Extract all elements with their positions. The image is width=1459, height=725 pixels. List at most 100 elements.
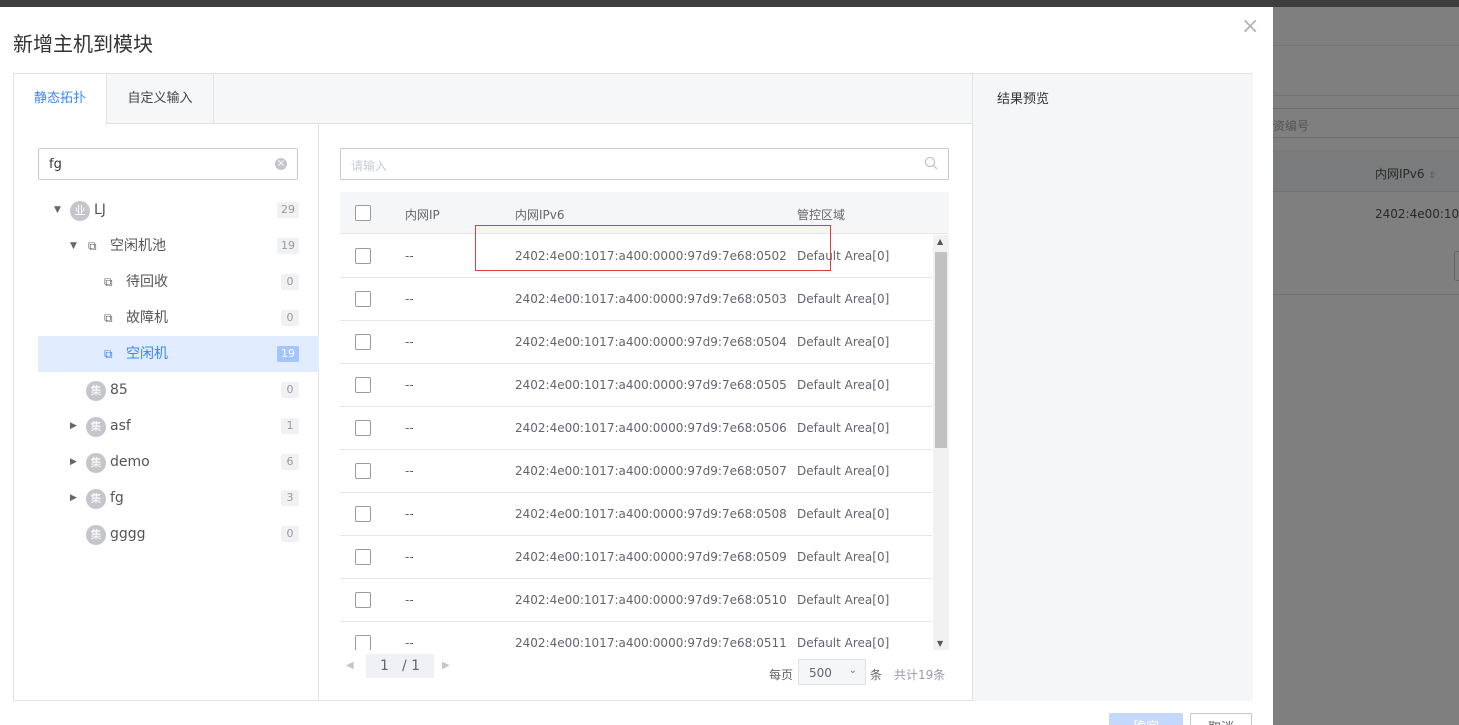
table-row[interactable]: -- 2402:4e00:1017:a400:0000:97d9:7e68:050… [340,407,932,450]
per-page-value: 500 [809,666,832,680]
caret-down-icon[interactable]: ▼ [54,192,64,228]
table-row[interactable]: -- 2402:4e00:1017:a400:0000:97d9:7e68:050… [340,278,932,321]
table-row[interactable]: -- 2402:4e00:1017:a400:0000:97d9:7e68:050… [340,364,932,407]
tree-node-count: 3 [281,490,299,506]
highlight-box [475,225,831,271]
tab-static-topology[interactable]: 静态拓扑 [14,74,107,125]
tree-node-label: 故障机 [126,310,168,326]
tree-node-label: 85 [110,382,128,398]
set-badge-icon: 集 [86,489,106,509]
cell-ip: -- [405,550,414,564]
cell-ipv6: 2402:4e00:1017:a400:0000:97d9:7e68:0508 [515,507,787,521]
dialog-body: 静态拓扑 自定义输入 fg × ▼ 业 LJ 29 ▼ ⧉ 空闲机池 19 ⧉ … [13,73,1253,701]
tree-node-label: 待回收 [126,274,168,290]
next-page-icon[interactable]: ▶ [442,660,450,671]
row-checkbox[interactable] [355,506,371,522]
tree-node-idle-pool[interactable]: ▼ ⧉ 空闲机池 19 [38,228,319,264]
caret-right-icon[interactable]: ▶ [70,408,80,444]
cell-ipv6: 2402:4e00:1017:a400:0000:97d9:7e68:0509 [515,550,787,564]
tree-node-lj[interactable]: ▼ 业 LJ 29 [38,192,319,228]
cell-ip: -- [405,378,414,392]
tree-node-count: 19 [277,346,299,362]
total-count: 共计19条 [894,668,946,682]
row-checkbox[interactable] [355,291,371,307]
table-row[interactable]: -- 2402:4e00:1017:a400:0000:97d9:7e68:050… [340,450,932,493]
chevron-down-icon: ⌄ [848,665,857,676]
tree-node-count: 29 [277,202,299,218]
tree-node-faulty[interactable]: ⧉ 故障机 0 [38,300,319,336]
scroll-up-icon[interactable]: ▲ [937,237,943,246]
tree-node-gggg[interactable]: 集 gggg 0 [38,516,319,552]
tree-node-label: asf [110,418,131,434]
table-row[interactable]: -- 2402:4e00:1017:a400:0000:97d9:7e68:051… [340,579,932,622]
caret-right-icon[interactable]: ▶ [70,444,80,480]
current-page: 1 [380,658,389,674]
caret-down-icon[interactable]: ▼ [70,228,80,264]
tree-node-count: 1 [281,418,299,434]
row-checkbox[interactable] [355,592,371,608]
cell-ip: -- [405,421,414,435]
tree-node-pending-recycle[interactable]: ⧉ 待回收 0 [38,264,319,300]
table-row[interactable]: -- 2402:4e00:1017:a400:0000:97d9:7e68:050… [340,321,932,364]
search-icon[interactable] [924,156,938,170]
close-icon[interactable]: × [1241,16,1259,38]
tree-node-count: 0 [281,382,299,398]
host-search-input[interactable]: 请输入 [340,148,949,180]
cell-area: Default Area[0] [797,378,890,392]
clear-icon[interactable]: × [275,158,287,170]
module-icon: ⧉ [88,239,97,253]
module-fault-icon: ⧉ [104,311,113,325]
row-checkbox[interactable] [355,248,371,264]
column-header-ip: 内网IP [405,208,440,222]
per-page-select[interactable]: 500 ⌄ [798,659,866,685]
cell-ipv6: 2402:4e00:1017:a400:0000:97d9:7e68:0510 [515,593,787,607]
module-icon: ⧉ [104,275,113,289]
cell-ip: -- [405,292,414,306]
table-row[interactable]: -- 2402:4e00:1017:a400:0000:97d9:7e68:051… [340,622,932,650]
cancel-button[interactable]: 取消 [1190,713,1252,725]
cell-ipv6: 2402:4e00:1017:a400:0000:97d9:7e68:0503 [515,292,787,306]
set-badge-icon: 集 [86,417,106,437]
cell-ip: -- [405,507,414,521]
result-preview-title: 结果预览 [997,92,1050,107]
table-row[interactable]: -- 2402:4e00:1017:a400:0000:97d9:7e68:050… [340,493,932,536]
table-row[interactable]: -- 2402:4e00:1017:a400:0000:97d9:7e68:050… [340,536,932,579]
cell-area: Default Area[0] [797,335,890,349]
caret-right-icon[interactable]: ▶ [70,480,80,516]
table-scrollbar[interactable]: ▲ ▼ [933,235,949,650]
add-host-dialog: 新增主机到模块 × 静态拓扑 自定义输入 fg × ▼ 业 LJ 29 ▼ ⧉ [0,7,1273,725]
tab-custom-input[interactable]: 自定义输入 [107,74,214,124]
tree-node-label: gggg [110,526,146,542]
tree-node-demo[interactable]: ▶ 集 demo 6 [38,444,319,480]
row-checkbox[interactable] [355,549,371,565]
business-badge-icon: 业 [70,201,90,221]
page-indicator[interactable]: 1 / 1 [366,654,434,678]
tree-node-idle[interactable]: ⧉ 空闲机 19 [38,336,319,372]
column-header-ipv6: 内网IPv6 [515,208,565,222]
cell-ip: -- [405,335,414,349]
select-all-checkbox[interactable] [355,205,371,221]
prev-page-icon[interactable]: ◀ [346,660,354,671]
row-checkbox[interactable] [355,635,371,650]
tree-node-85[interactable]: 集 85 0 [38,372,319,408]
set-badge-icon: 集 [86,381,106,401]
column-header-area: 管控区域 [797,208,846,222]
scrollbar-thumb[interactable] [935,252,947,448]
tree-search-input[interactable]: fg × [38,148,298,180]
row-checkbox[interactable] [355,420,371,436]
per-page-label: 每页 [769,668,794,682]
cell-ip: -- [405,636,414,650]
tab-bar: 静态拓扑 自定义输入 [14,74,972,125]
tree-node-fg[interactable]: ▶ 集 fg 3 [38,480,319,516]
confirm-button[interactable]: 确定 [1109,713,1183,725]
row-checkbox[interactable] [355,334,371,350]
scroll-down-icon[interactable]: ▼ [937,639,943,648]
row-checkbox[interactable] [355,377,371,393]
tree-node-count: 0 [281,310,299,326]
row-checkbox[interactable] [355,463,371,479]
tree-search-value: fg [49,157,62,172]
cell-ipv6: 2402:4e00:1017:a400:0000:97d9:7e68:0505 [515,378,787,392]
tree-node-label: 空闲机池 [110,238,166,254]
set-badge-icon: 集 [86,525,106,545]
tree-node-asf[interactable]: ▶ 集 asf 1 [38,408,319,444]
